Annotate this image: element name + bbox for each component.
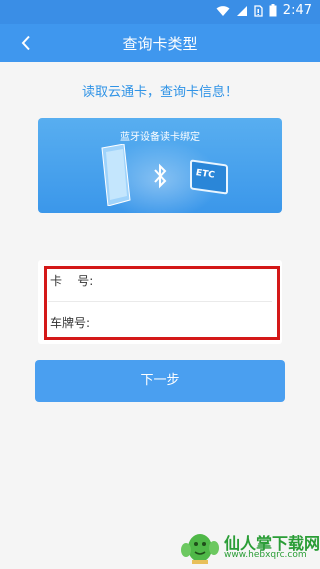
hint-text: 读取云通卡，查询卡信息！ <box>81 85 238 100</box>
plate-row: 车牌号: <box>38 302 282 344</box>
card-number-input[interactable] <box>108 266 272 296</box>
watermark: 仙人掌下载网 www.hebxqrc.com <box>178 528 320 566</box>
watermark-url: www.hebxqrc.com <box>224 550 307 560</box>
card-number-label: 卡 号: <box>50 274 94 288</box>
wifi-icon <box>216 5 230 16</box>
status-bar: 2:47 <box>0 0 320 24</box>
etc-card-icon: ETC <box>190 159 228 195</box>
status-icons: 2:47 <box>216 3 312 18</box>
page-title: 查询卡类型 <box>122 35 198 53</box>
plate-input[interactable] <box>108 308 272 338</box>
bluetooth-banner: 蓝牙设备读卡绑定 ETC <box>38 118 282 213</box>
next-button[interactable]: 下一步 <box>35 360 285 402</box>
etc-card-text: ETC <box>196 168 215 181</box>
status-time: 2:47 <box>282 3 312 18</box>
phone-icon <box>101 144 131 206</box>
bluetooth-icon <box>154 163 167 189</box>
signal-icon <box>236 5 247 16</box>
cactus-logo-icon <box>181 534 219 564</box>
card-info-form: 卡 号: 车牌号: <box>38 260 282 344</box>
sim-icon <box>254 4 263 17</box>
battery-icon <box>269 4 277 17</box>
card-number-row: 卡 号: <box>38 260 282 302</box>
plate-label: 车牌号: <box>50 316 91 330</box>
app-bar: 查询卡类型 <box>0 24 320 62</box>
